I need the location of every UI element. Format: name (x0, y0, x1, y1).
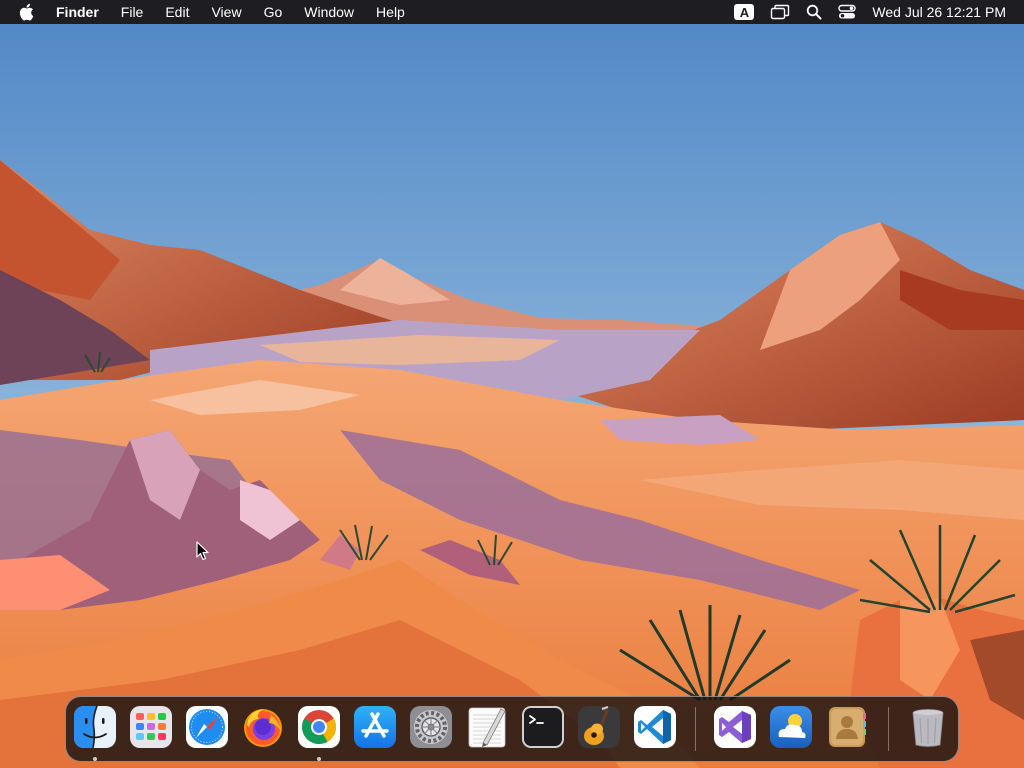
dock-app-store[interactable] (353, 705, 397, 749)
system-settings-icon (410, 706, 452, 748)
contacts-icon (829, 707, 866, 747)
menu-help[interactable]: Help (376, 0, 405, 24)
input-source-label: A (734, 4, 755, 20)
dock-textedit[interactable] (465, 705, 509, 749)
finder-icon (74, 705, 116, 749)
garageband-icon (578, 706, 620, 748)
dock-safari[interactable] (185, 705, 229, 749)
dock-system-settings[interactable] (409, 705, 453, 749)
launchpad-icon (130, 706, 172, 748)
app-store-icon (354, 706, 396, 748)
dock-separator (695, 707, 696, 751)
desktop[interactable]: Finder File Edit View Go Window Help A W… (0, 0, 1024, 768)
weather-icon (770, 706, 812, 748)
menu-view[interactable]: View (211, 0, 241, 24)
textedit-icon (468, 707, 506, 748)
spotlight-search-icon[interactable] (806, 0, 822, 24)
chrome-icon (298, 706, 340, 748)
screen-mirroring-icon[interactable] (770, 0, 790, 24)
menu-bar-clock[interactable]: Wed Jul 26 12:21 PM (872, 0, 1006, 24)
vscode-icon (634, 706, 676, 748)
control-center-icon[interactable] (838, 0, 857, 24)
dock-garageband[interactable] (577, 705, 621, 749)
running-indicator (317, 757, 321, 761)
dock-terminal[interactable] (521, 705, 565, 749)
input-source-icon[interactable]: A (734, 0, 755, 24)
dock-visual-studio[interactable] (713, 705, 757, 749)
menu-app-finder[interactable]: Finder (56, 0, 99, 24)
running-indicator (93, 757, 97, 761)
menu-file[interactable]: File (121, 0, 144, 24)
dock-separator (888, 707, 889, 751)
dock (65, 696, 959, 762)
firefox-icon (244, 709, 282, 747)
dock-chrome[interactable] (297, 705, 341, 749)
menu-edit[interactable]: Edit (165, 0, 189, 24)
dock-firefox[interactable] (241, 705, 285, 749)
dock-contacts[interactable] (825, 705, 869, 749)
mouse-cursor-icon (196, 541, 209, 561)
dock-trash[interactable] (906, 705, 950, 749)
dock-weather[interactable] (769, 705, 813, 749)
menu-bar: Finder File Edit View Go Window Help A W… (0, 0, 1024, 24)
menu-go[interactable]: Go (264, 0, 283, 24)
desert-wallpaper (0, 0, 1024, 768)
visual-studio-icon (714, 706, 756, 748)
dock-launchpad[interactable] (129, 705, 173, 749)
dock-finder[interactable] (73, 705, 117, 749)
apple-logo-icon[interactable] (18, 3, 34, 21)
trash-icon (912, 709, 944, 747)
menu-window[interactable]: Window (304, 0, 354, 24)
dock-vscode[interactable] (633, 705, 677, 749)
safari-icon (186, 706, 228, 748)
terminal-icon (522, 706, 564, 748)
